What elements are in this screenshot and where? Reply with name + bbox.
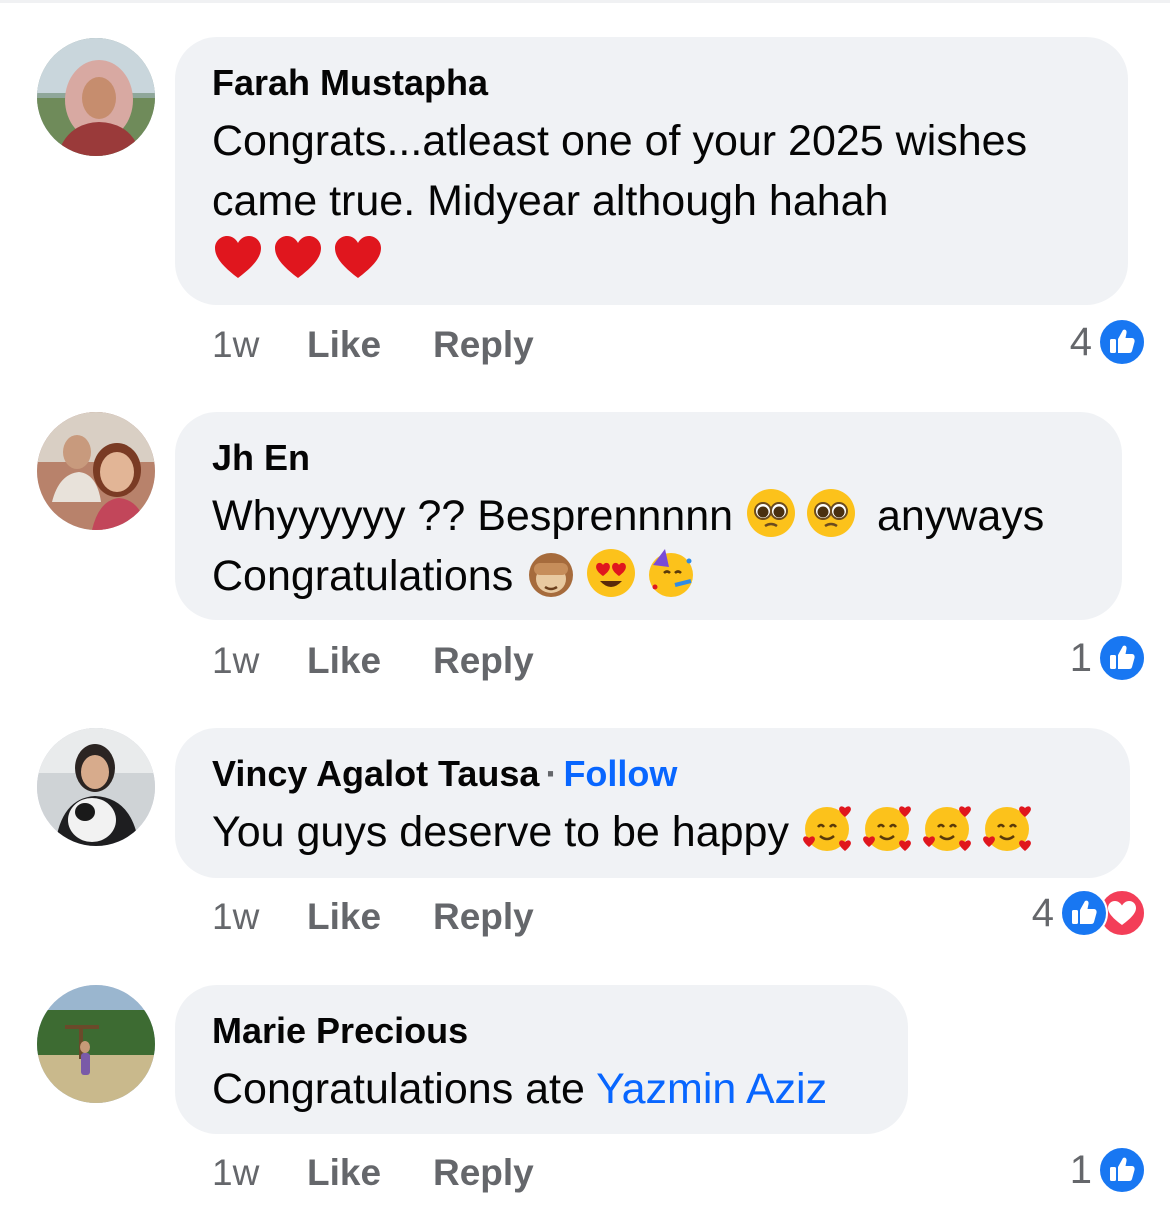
comment-text-line: You guys deserve to be happy <box>212 802 1093 862</box>
pleading-face-icon <box>805 487 857 539</box>
comment-text-line: Congratulations <box>212 546 1085 606</box>
reaction-count: 4 <box>1069 319 1092 364</box>
smiling-face-with-hearts-icon <box>981 803 1033 855</box>
red-heart-icon <box>272 232 324 284</box>
comment-bubble: Farah Mustapha Congrats...atleast one of… <box>175 37 1128 305</box>
comment-text-segment: Congratulations <box>212 552 514 600</box>
comment-text-line: came true. Midyear although hahah <box>212 177 889 225</box>
like-button[interactable]: Like <box>307 1148 433 1198</box>
like-button[interactable]: Like <box>307 636 433 686</box>
comment-timestamp[interactable]: 1w <box>212 636 307 686</box>
reaction-count: 1 <box>1069 1147 1092 1192</box>
reaction-summary[interactable]: 4 <box>1032 888 1146 938</box>
reply-button[interactable]: Reply <box>433 892 534 942</box>
like-button[interactable]: Like <box>307 320 433 370</box>
like-button[interactable]: Like <box>307 892 433 942</box>
comment-text-segment: You guys deserve to be happy <box>212 808 789 856</box>
top-divider <box>0 0 1170 3</box>
comment-author[interactable]: Farah Mustapha <box>212 61 1091 105</box>
comment-bubble: Marie Precious Congratulations ate Yazmi… <box>175 985 908 1134</box>
comment-text-line: Whyyyyyy ?? Besprennnnn anyways <box>212 486 1085 546</box>
like-reaction-icon <box>1060 889 1108 937</box>
comment-bubble: Jh En Whyyyyyy ?? Besprennnnn anyways Co… <box>175 412 1122 620</box>
reply-button[interactable]: Reply <box>433 1148 534 1198</box>
comment-actions: 1w Like Reply <box>212 636 534 686</box>
see-no-evil-monkey-icon <box>525 547 577 599</box>
reaction-summary[interactable]: 4 <box>1070 317 1146 367</box>
reply-button[interactable]: Reply <box>433 320 534 370</box>
avatar[interactable] <box>37 985 155 1103</box>
comment-actions: 1w Like Reply <box>212 892 534 942</box>
comment-header: Vincy Agalot Tausa · Follow <box>212 752 1093 796</box>
comment-text-segment: Whyyyyyy ?? Besprennnnn <box>212 492 734 540</box>
comment-emoji-line <box>212 231 1091 291</box>
comment-author[interactable]: Jh En <box>212 436 1085 480</box>
red-heart-icon <box>212 232 264 284</box>
comment-actions: 1w Like Reply <box>212 1148 534 1198</box>
comment-text-line: Congrats...atleast one of your 2025 wish… <box>212 117 1028 165</box>
comment-text-segment: anyways <box>876 492 1045 540</box>
follow-button[interactable]: Follow <box>563 753 677 794</box>
smiling-face-with-hearts-icon <box>921 803 973 855</box>
like-reaction-icon <box>1098 318 1146 366</box>
comment-bubble: Vincy Agalot Tausa · Follow You guys deser… <box>175 728 1130 878</box>
comment-timestamp[interactable]: 1w <box>212 1148 307 1198</box>
comment-author[interactable]: Vincy Agalot Tausa <box>212 753 539 794</box>
comment-timestamp[interactable]: 1w <box>212 320 307 370</box>
avatar[interactable] <box>37 412 155 530</box>
reaction-summary[interactable]: 1 <box>1070 1145 1146 1195</box>
smiling-face-with-hearts-icon <box>861 803 913 855</box>
red-heart-icon <box>332 232 384 284</box>
like-reaction-icon <box>1098 1146 1146 1194</box>
reaction-summary[interactable]: 1 <box>1070 633 1146 683</box>
comment-text-segment: Congratulations ate <box>212 1065 585 1113</box>
avatar[interactable] <box>37 728 155 846</box>
separator-dot: · <box>545 753 558 794</box>
reaction-count: 4 <box>1031 890 1054 935</box>
partying-face-icon <box>645 547 697 599</box>
like-reaction-icon <box>1098 634 1146 682</box>
comment-timestamp[interactable]: 1w <box>212 892 307 942</box>
avatar[interactable] <box>37 38 155 156</box>
pleading-face-icon <box>745 487 797 539</box>
comment-author[interactable]: Marie Precious <box>212 1009 871 1053</box>
heart-eyes-icon <box>585 547 637 599</box>
smiling-face-with-hearts-icon <box>801 803 853 855</box>
reaction-count: 1 <box>1069 635 1092 680</box>
comment-actions: 1w Like Reply <box>212 320 534 370</box>
comment-text-line: Congratulations ate Yazmin Aziz <box>212 1059 871 1119</box>
mention-link[interactable]: Yazmin Aziz <box>596 1065 827 1113</box>
reply-button[interactable]: Reply <box>433 636 534 686</box>
